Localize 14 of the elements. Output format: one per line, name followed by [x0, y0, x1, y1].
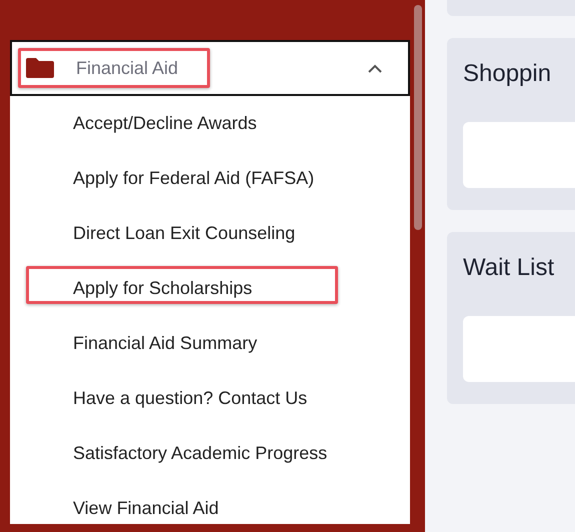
menu-link[interactable]: Satisfactory Academic Progress	[10, 426, 410, 481]
menu-link[interactable]: Financial Aid Summary	[10, 316, 410, 371]
menu-link[interactable]: Have a question? Contact Us	[10, 371, 410, 426]
folder-icon	[26, 58, 54, 78]
scrollbar-thumb[interactable]	[414, 5, 422, 230]
menu-header[interactable]: Financial Aid	[10, 40, 410, 96]
menu-link[interactable]: Apply for Scholarships	[10, 261, 410, 316]
menu-link[interactable]: Accept/Decline Awards	[10, 96, 410, 151]
menu-link[interactable]: Direct Loan Exit Counseling	[10, 206, 410, 261]
chevron-up-icon	[368, 64, 382, 72]
card-title: Wait List	[463, 254, 556, 282]
menu-link[interactable]: View Financial Aid	[10, 481, 410, 524]
card-title: Shoppin	[463, 60, 552, 88]
menu-link[interactable]: Apply for Federal Aid (FAFSA)	[10, 151, 410, 206]
